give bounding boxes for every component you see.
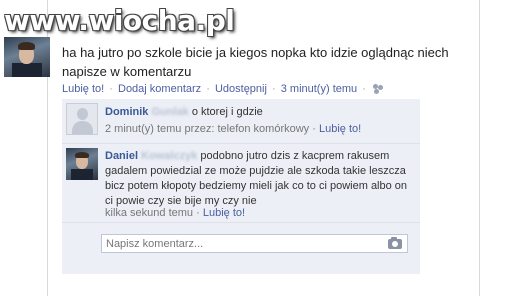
comment-meta: kilka sekund temu bbox=[105, 207, 194, 219]
comment-author-name[interactable]: Daniel bbox=[105, 150, 138, 162]
post-text: ha ha jutro po szkole bicie ja kiegos no… bbox=[62, 45, 449, 79]
camera-icon[interactable] bbox=[388, 237, 402, 249]
separator: · bbox=[109, 83, 113, 95]
default-avatar-icon[interactable] bbox=[66, 103, 98, 135]
people-icon[interactable] bbox=[372, 84, 384, 93]
separator: · bbox=[272, 83, 276, 95]
add-comment-link[interactable]: Dodaj komentarz bbox=[118, 83, 201, 95]
comment-input-placeholder: Napisz komentarz... bbox=[106, 238, 204, 250]
separator: · bbox=[312, 123, 316, 135]
comment-author-surname-obscured: Kowalczyk bbox=[141, 150, 198, 162]
comment-item: Daniel Kowalczyk podobno jutro dzis z ka… bbox=[62, 144, 420, 223]
comment-item: Dominik Gunlak o ktorej i gdzie 2 minut(… bbox=[62, 99, 420, 144]
comment-input[interactable]: Napisz komentarz... bbox=[101, 234, 408, 253]
like-link[interactable]: Lubię to! bbox=[62, 83, 104, 95]
separator: · bbox=[206, 83, 210, 95]
comment-like-link[interactable]: Lubię to! bbox=[319, 123, 361, 135]
frame-border-right bbox=[479, 0, 480, 296]
share-link[interactable]: Udostępnij bbox=[215, 83, 267, 95]
separator: · bbox=[362, 83, 366, 95]
post-timestamp[interactable]: 3 minut(y) temu bbox=[281, 83, 357, 95]
post-author-avatar[interactable] bbox=[4, 37, 50, 77]
separator: · bbox=[196, 207, 200, 219]
comment-author-surname-obscured: Gunlak bbox=[151, 106, 189, 118]
watermark: www.wiocha.pl bbox=[4, 4, 235, 37]
comment-like-link[interactable]: Lubię to! bbox=[203, 207, 245, 219]
comment-text: o ktorej i gdzie bbox=[191, 106, 263, 118]
comment-author-avatar[interactable] bbox=[66, 148, 98, 180]
comment-author-name[interactable]: Dominik bbox=[105, 106, 148, 118]
post-actions: Lubię to! · Dodaj komentarz · Udostępnij… bbox=[62, 83, 384, 95]
comment-meta: 2 minut(y) temu przez: telefon komórkowy bbox=[105, 123, 310, 135]
